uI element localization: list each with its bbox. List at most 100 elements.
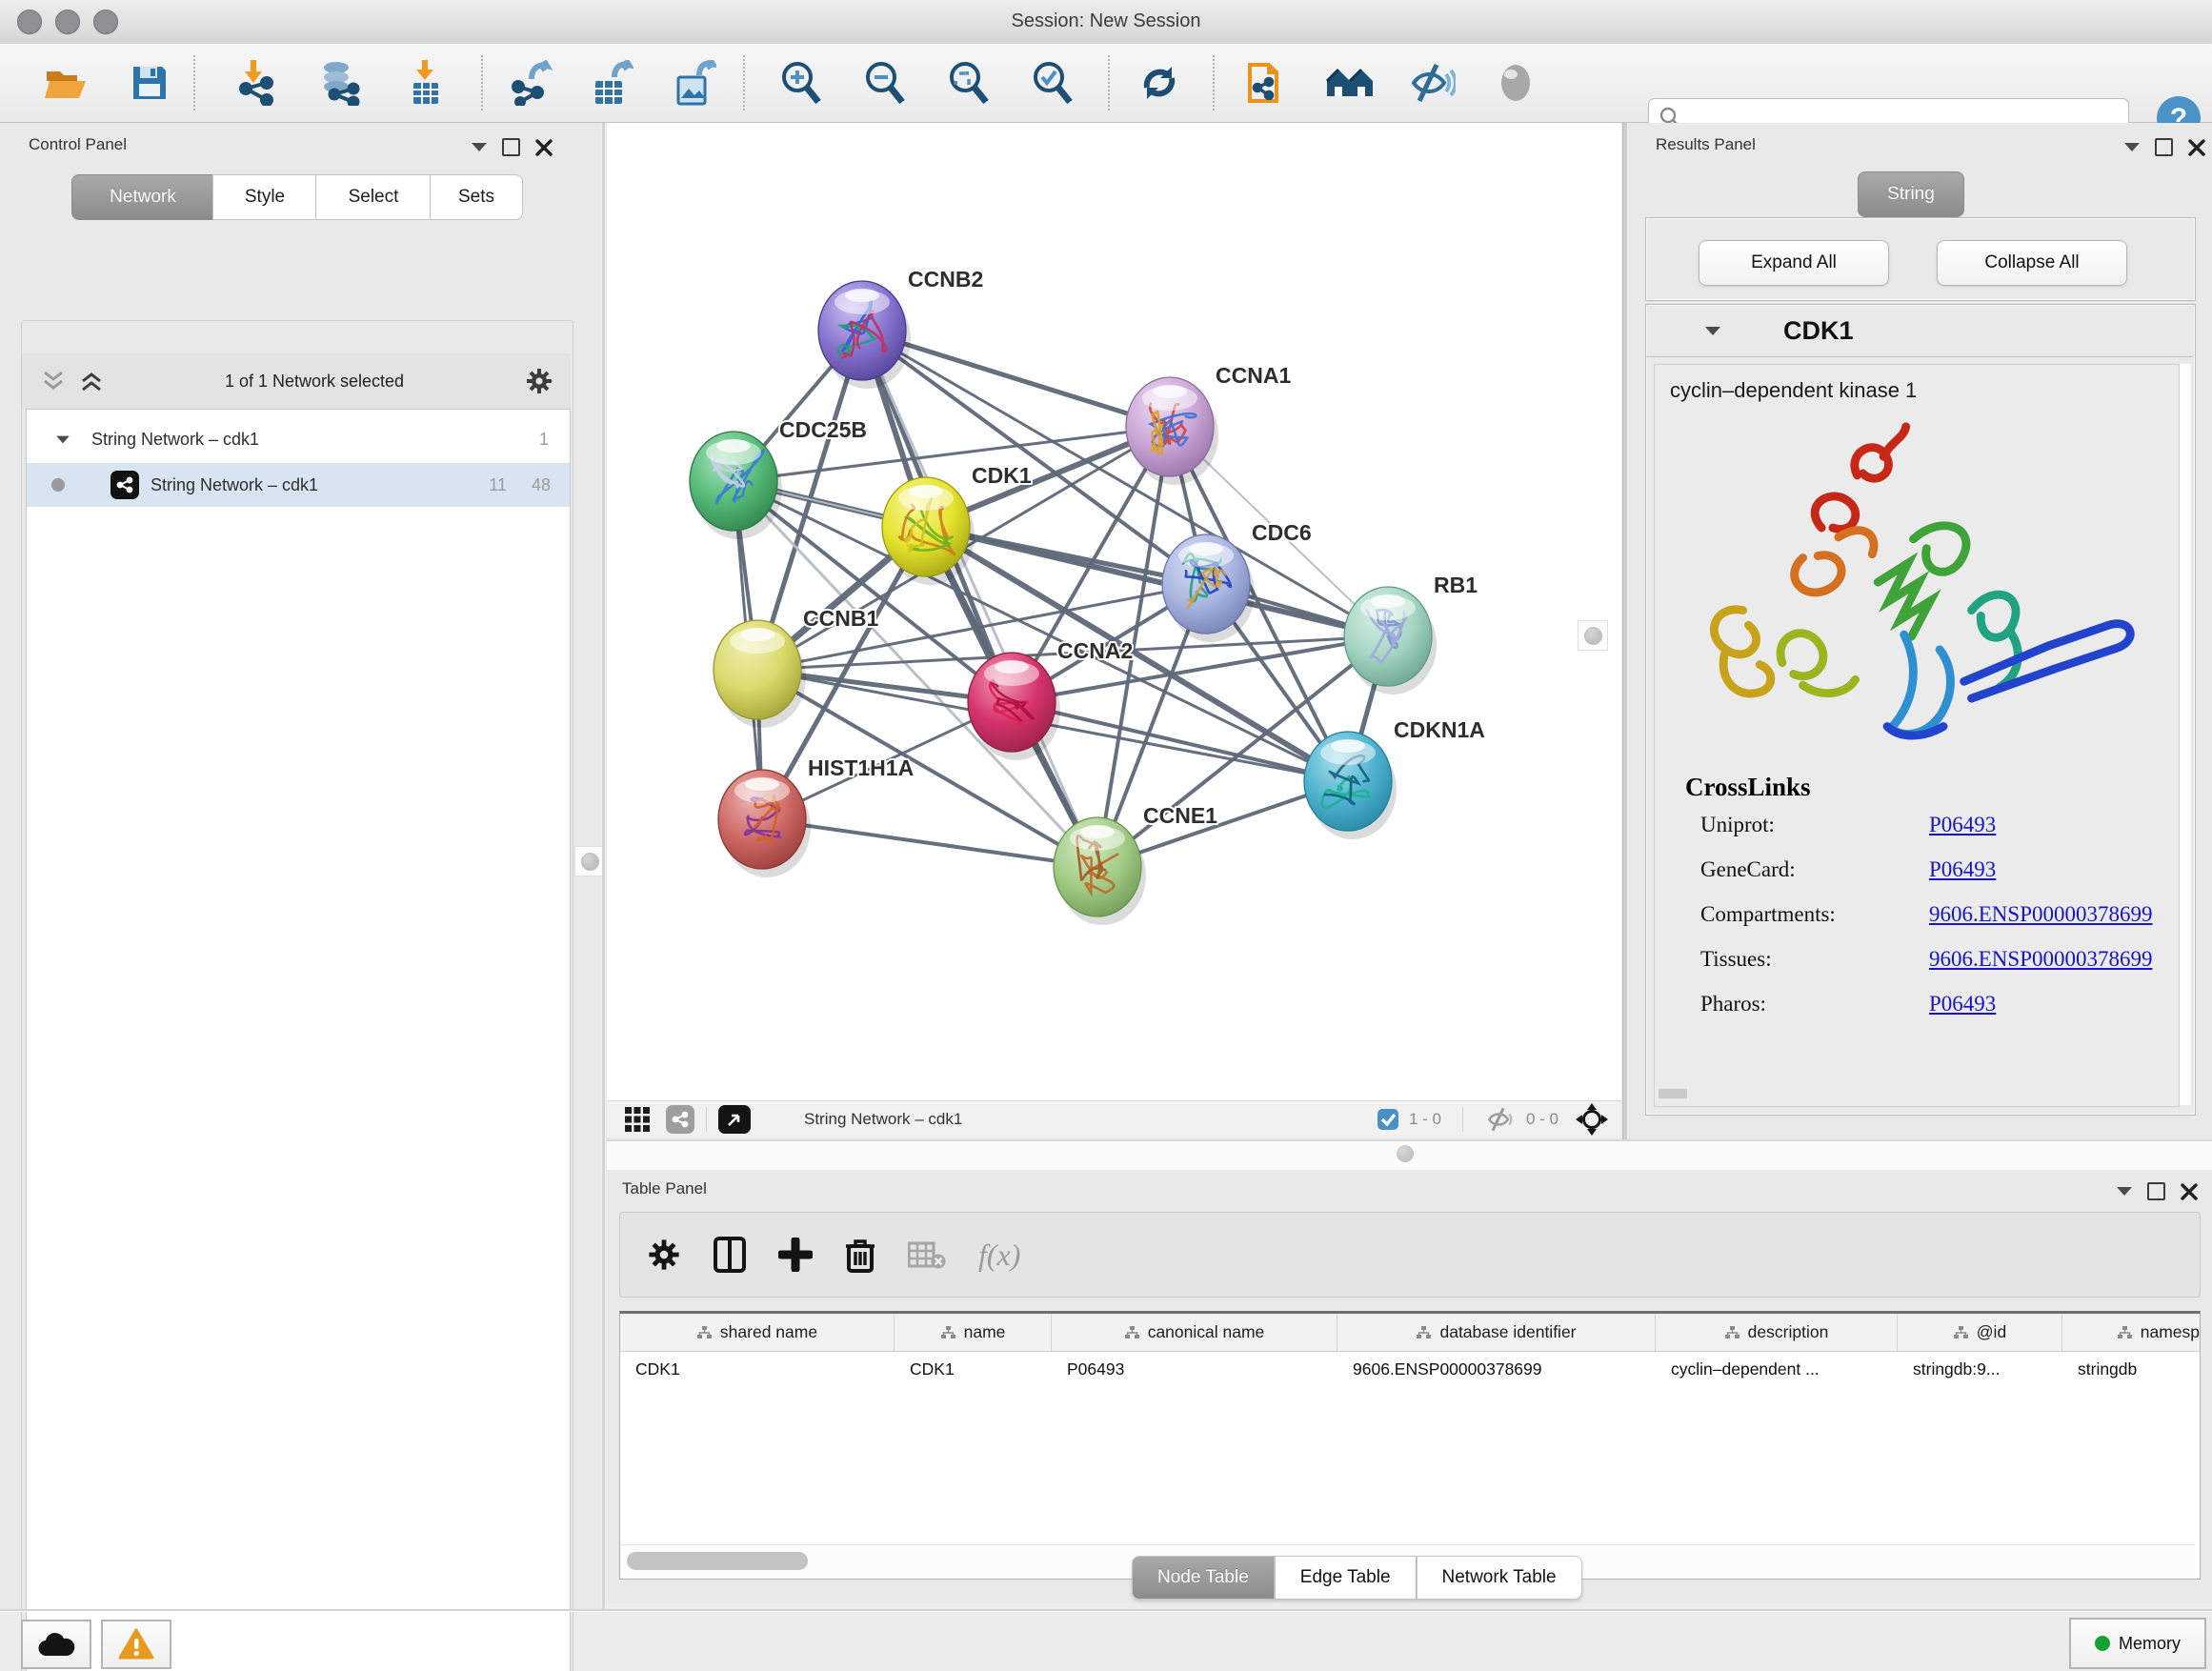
column-header-shared-name[interactable]: shared name	[620, 1314, 895, 1352]
column-header--id[interactable]: @id	[1898, 1314, 2062, 1352]
column-type-icon	[940, 1325, 956, 1339]
table-cell[interactable]: CDK1	[895, 1352, 1052, 1386]
show-columns-icon[interactable]	[714, 1237, 746, 1273]
table-cell[interactable]: 9606.ENSP00000378699	[1337, 1352, 1656, 1386]
crosslink-row: Tissues:9606.ENSP00000378699	[1700, 947, 1772, 972]
network-row-selected[interactable]: String Network – cdk1 11 48	[27, 463, 570, 507]
crosslink-link[interactable]: P06493	[1929, 813, 1996, 837]
expand-all-icon[interactable]	[79, 370, 104, 393]
collapse-all-icon[interactable]	[41, 370, 66, 393]
collapse-all-button[interactable]: Collapse All	[1937, 240, 2127, 286]
memory-button[interactable]: Memory	[2069, 1618, 2206, 1669]
export-table-button[interactable]	[584, 53, 639, 112]
warning-status-button[interactable]	[101, 1620, 171, 1669]
expand-all-button[interactable]: Expand All	[1699, 240, 1889, 286]
tab-sets[interactable]: Sets	[430, 174, 523, 220]
zoom-fit-button[interactable]	[941, 53, 996, 112]
network-node-cdc25b[interactable]	[690, 432, 782, 539]
import-network-file-button[interactable]	[229, 53, 284, 112]
bottom-splitter-handle[interactable]	[1397, 1145, 1414, 1162]
results-hscroll-thumb[interactable]	[1659, 1089, 1687, 1098]
export-network-button[interactable]	[503, 53, 558, 112]
selected-checkbox-icon[interactable]	[1377, 1108, 1399, 1131]
panel-float-icon[interactable]	[502, 138, 520, 156]
network-node-ccna1[interactable]	[1126, 377, 1218, 485]
network-node-cdkn1a[interactable]	[1304, 732, 1397, 839]
save-session-button[interactable]	[122, 53, 177, 112]
grid-view-icon[interactable]	[624, 1106, 651, 1133]
add-icon[interactable]	[778, 1238, 813, 1272]
tab-style[interactable]: Style	[212, 174, 317, 220]
tab-network[interactable]: Network	[71, 174, 214, 220]
left-splitter[interactable]	[602, 123, 605, 1609]
eye-icon	[1495, 62, 1537, 104]
column-header-namespace[interactable]: namespace	[2062, 1314, 2201, 1352]
expander-icon[interactable]	[56, 435, 70, 443]
panel-menu-icon[interactable]	[2124, 143, 2140, 151]
left-splitter-handle[interactable]	[574, 846, 605, 876]
import-table-file-button[interactable]	[398, 53, 453, 112]
cloud-status-button[interactable]	[21, 1620, 91, 1669]
network-node-rb1[interactable]	[1344, 587, 1437, 695]
homes-button[interactable]	[1322, 53, 1377, 112]
fit-content-crosshair-icon[interactable]	[1576, 1103, 1608, 1136]
crosslink-link[interactable]: 9606.ENSP00000378699	[1929, 947, 2153, 972]
table-cell[interactable]: stringdb:9...	[1898, 1352, 2062, 1386]
tab-node-table[interactable]: Node Table	[1132, 1556, 1275, 1600]
table-cell[interactable]: P06493	[1052, 1352, 1337, 1386]
table-gear-icon[interactable]	[647, 1238, 681, 1272]
refresh-layout-button[interactable]	[1132, 53, 1187, 112]
birdseye-view-icon[interactable]	[718, 1105, 751, 1134]
zoom-selected-button[interactable]	[1025, 53, 1080, 112]
network-collection-row[interactable]: String Network – cdk1 1	[27, 417, 570, 461]
table-cell[interactable]: stringdb	[2062, 1352, 2201, 1386]
export-image-button[interactable]	[667, 53, 722, 112]
column-header-name[interactable]: name	[895, 1314, 1052, 1352]
table-cell[interactable]: CDK1	[620, 1352, 895, 1386]
network-node-hist1h1a[interactable]	[718, 770, 811, 877]
show-graphics-button[interactable]	[1488, 53, 1543, 112]
delete-icon[interactable]	[845, 1237, 875, 1273]
hidden-eye-icon[interactable]	[1484, 1107, 1517, 1132]
import-network-database-button[interactable]	[312, 53, 368, 112]
node-label-cdkn1a: CDKN1A	[1394, 717, 1485, 742]
panel-menu-icon[interactable]	[2117, 1187, 2132, 1196]
tab-select[interactable]: Select	[315, 174, 432, 220]
network-node-ccne1[interactable]	[1054, 817, 1146, 925]
panel-close-icon[interactable]	[535, 139, 553, 156]
network-canvas[interactable]: CCNB2CCNA1CDC25BCDK1CDC6RB1CCNB1CCNA2CDK…	[607, 123, 1621, 1100]
network-node-ccnb2[interactable]	[818, 281, 911, 389]
collapse-section-icon[interactable]	[1705, 327, 1720, 335]
panel-close-icon[interactable]	[2181, 1183, 2198, 1200]
column-header-canonical-name[interactable]: canonical name	[1052, 1314, 1337, 1352]
hide-graphics-button[interactable]	[1404, 53, 1459, 112]
column-header-description[interactable]: description	[1656, 1314, 1898, 1352]
open-session-button[interactable]	[38, 53, 93, 112]
network-node-cdk1[interactable]	[882, 477, 975, 585]
panel-menu-icon[interactable]	[472, 143, 487, 151]
clone-network-button[interactable]	[1238, 53, 1294, 112]
network-view-title: String Network – cdk1	[804, 1110, 962, 1129]
panel-float-icon[interactable]	[2155, 138, 2173, 156]
table-hscroll-thumb[interactable]	[627, 1552, 808, 1570]
zoom-out-button[interactable]	[857, 53, 913, 112]
crosslink-link[interactable]: P06493	[1929, 992, 1996, 1017]
column-header-label: namespace	[2141, 1322, 2201, 1342]
string-view-icon[interactable]	[666, 1105, 694, 1134]
crosslink-link[interactable]: 9606.ENSP00000378699	[1929, 902, 2153, 927]
results-vscroll-track[interactable]	[2180, 364, 2191, 1105]
zoom-in-button[interactable]	[774, 53, 829, 112]
tab-edge-table[interactable]: Edge Table	[1275, 1556, 1417, 1600]
tab-network-table[interactable]: Network Table	[1417, 1556, 1582, 1600]
gene-section-header[interactable]: CDK1	[1646, 305, 2193, 357]
column-header-database-identifier[interactable]: database identifier	[1337, 1314, 1656, 1352]
table-cell[interactable]: cyclin–dependent ...	[1656, 1352, 1898, 1386]
gear-icon[interactable]	[525, 367, 553, 395]
right-splitter-handle[interactable]	[1578, 620, 1608, 651]
tab-string[interactable]: String	[1858, 171, 1964, 217]
panel-float-icon[interactable]	[2147, 1182, 2165, 1200]
right-splitter[interactable]	[1622, 123, 1627, 1147]
panel-close-icon[interactable]	[2188, 139, 2205, 156]
crosslink-link[interactable]: P06493	[1929, 857, 1996, 882]
network-graph[interactable]: CCNB2CCNA1CDC25BCDK1CDC6RB1CCNB1CCNA2CDK…	[607, 123, 1621, 1100]
